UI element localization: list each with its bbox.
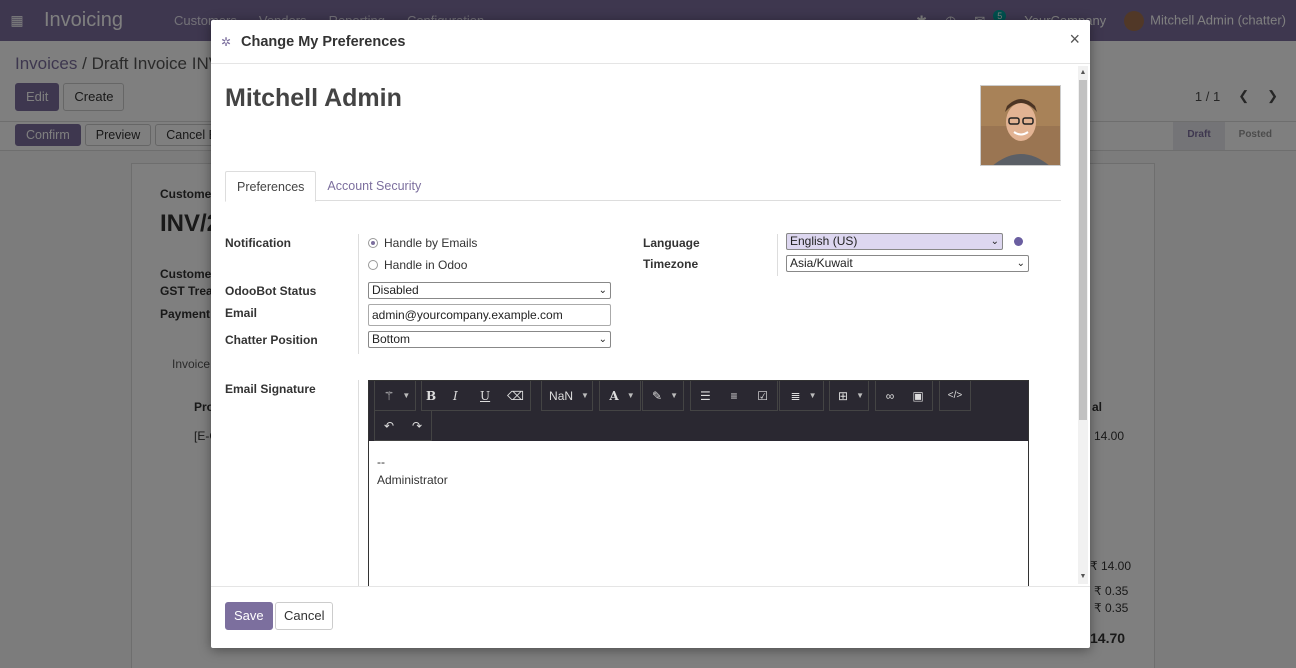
timezone-label: Timezone [643,257,699,271]
chatter-position-label: Chatter Position [225,333,318,347]
underline-icon[interactable]: U [476,389,503,403]
odoobot-status-label: OdooBot Status [225,284,317,298]
notification-label: Notification [225,236,291,250]
format-group: B I U ⌫ [421,381,531,411]
chevron-down-icon: ⌄ [1016,258,1025,269]
odoobot-status-select[interactable]: Disabled ⌄ [368,282,611,299]
radio-button [368,238,378,248]
language-select[interactable]: English (US) ⌄ [786,233,1003,250]
history-group: ↶ ↷ [374,411,432,441]
preferences-tabs: Preferences Account Security [225,171,1061,202]
font-size-select[interactable]: NaN ▼ [541,381,593,411]
select-value: Asia/Kuwait [790,256,853,270]
magic-wand-button[interactable]: ⚚ ▼ [374,381,416,411]
chatter-position-select[interactable]: Bottom ⌄ [368,331,611,348]
radio-handle-by-emails[interactable]: Handle by Emails [368,236,477,250]
dialog-footer: Save Cancel [211,586,1090,648]
tab-preferences[interactable]: Preferences [225,171,317,202]
caret-down-icon: ▼ [670,391,678,400]
save-button[interactable]: Save [225,602,273,630]
dialog-header: ✲ Change My Preferences × [211,20,1090,64]
user-avatar[interactable] [980,85,1061,166]
globe-icon[interactable] [1014,237,1023,246]
user-name: Mitchell Admin [225,84,402,112]
email-label: Email [225,306,258,320]
chevron-down-icon: ⌄ [990,236,999,247]
chevron-down-icon: ⌄ [598,334,607,345]
list-group: ☰ ≡ ☑ [690,381,778,411]
dialog-title: Change My Preferences [241,33,406,50]
font-color-icon: A [609,388,619,403]
select-value: Bottom [372,332,411,346]
eraser-icon[interactable]: ⌫ [503,389,530,403]
field-divider [358,234,359,354]
caret-down-icon: ▼ [581,391,589,400]
scroll-thumb[interactable] [1079,80,1087,420]
caret-down-icon: ▼ [626,391,635,400]
caret-down-icon: ▼ [856,391,864,400]
paragraph-align-button[interactable]: ≣ ▼ [779,381,824,411]
caret-down-icon: ▼ [808,391,817,400]
table-icon: ⊞ [838,388,849,403]
dialog-scrollbar[interactable]: ▲ ▼ [1078,66,1088,584]
code-icon: </> [947,390,963,401]
italic-icon[interactable]: I [449,389,476,403]
link-icon[interactable]: ∞ [876,389,904,403]
scroll-down-icon[interactable]: ▼ [1079,572,1087,582]
preferences-dialog: ✲ Change My Preferences × Mitchell Admin… [211,20,1090,648]
field-divider [358,380,359,586]
image-icon[interactable]: ▣ [904,389,932,403]
email-field[interactable]: admin@yourcompany.example.com [368,304,611,326]
signature-editor: ⚚ ▼ B I U ⌫ NaN ▼ A ▼ ✎ ▼ ☰ ≡ ☑ ≣ ▼ ⊞ ▼ ∞ [368,380,1029,586]
field-divider [777,234,778,276]
cancel-button[interactable]: Cancel [275,602,334,630]
font-color-button[interactable]: A ▼ [599,381,641,411]
email-signature-label: Email Signature [225,382,316,396]
language-label: Language [643,236,700,250]
radio-label: Handle in Odoo [384,258,468,272]
timezone-select[interactable]: Asia/Kuwait ⌄ [786,255,1029,272]
align-left-icon: ≣ [790,388,801,403]
select-value: Disabled [372,283,419,297]
bulleted-list-icon[interactable]: ☰ [691,389,720,403]
radio-label: Handle by Emails [384,236,478,250]
bug-icon: ✲ [221,34,232,49]
signature-content[interactable]: -- Administrator [369,441,1028,501]
bold-icon[interactable]: B [422,389,449,403]
checklist-icon[interactable]: ☑ [748,389,777,403]
magic-wand-icon: ⚚ [383,388,395,403]
redo-icon[interactable]: ↷ [403,419,431,433]
editor-toolbar: ⚚ ▼ B I U ⌫ NaN ▼ A ▼ ✎ ▼ ☰ ≡ ☑ ≣ ▼ ⊞ ▼ ∞ [369,381,1028,441]
code-view-button[interactable]: </> [939,381,971,411]
select-value: English (US) [790,234,858,248]
highlight-button[interactable]: ✎ ▼ [642,381,684,411]
chevron-down-icon: ⌄ [598,285,607,296]
scroll-up-icon[interactable]: ▲ [1079,68,1087,78]
signature-line: -- [377,455,385,469]
numbered-list-icon[interactable]: ≡ [720,389,749,403]
paintbrush-icon: ✎ [652,388,663,403]
undo-icon[interactable]: ↶ [375,419,403,433]
signature-line: Administrator [377,473,448,487]
caret-down-icon: ▼ [402,391,411,400]
close-icon[interactable]: × [1069,29,1080,50]
insert-group: ∞ ▣ [875,381,933,411]
tab-account-security[interactable]: Account Security [316,171,432,200]
font-size-value: NaN [549,388,574,403]
radio-button [368,260,378,270]
table-button[interactable]: ⊞ ▼ [829,381,869,411]
dialog-body: Mitchell Admin Preferences Account Secur… [211,64,1090,586]
radio-handle-in-odoo[interactable]: Handle in Odoo [368,258,467,272]
